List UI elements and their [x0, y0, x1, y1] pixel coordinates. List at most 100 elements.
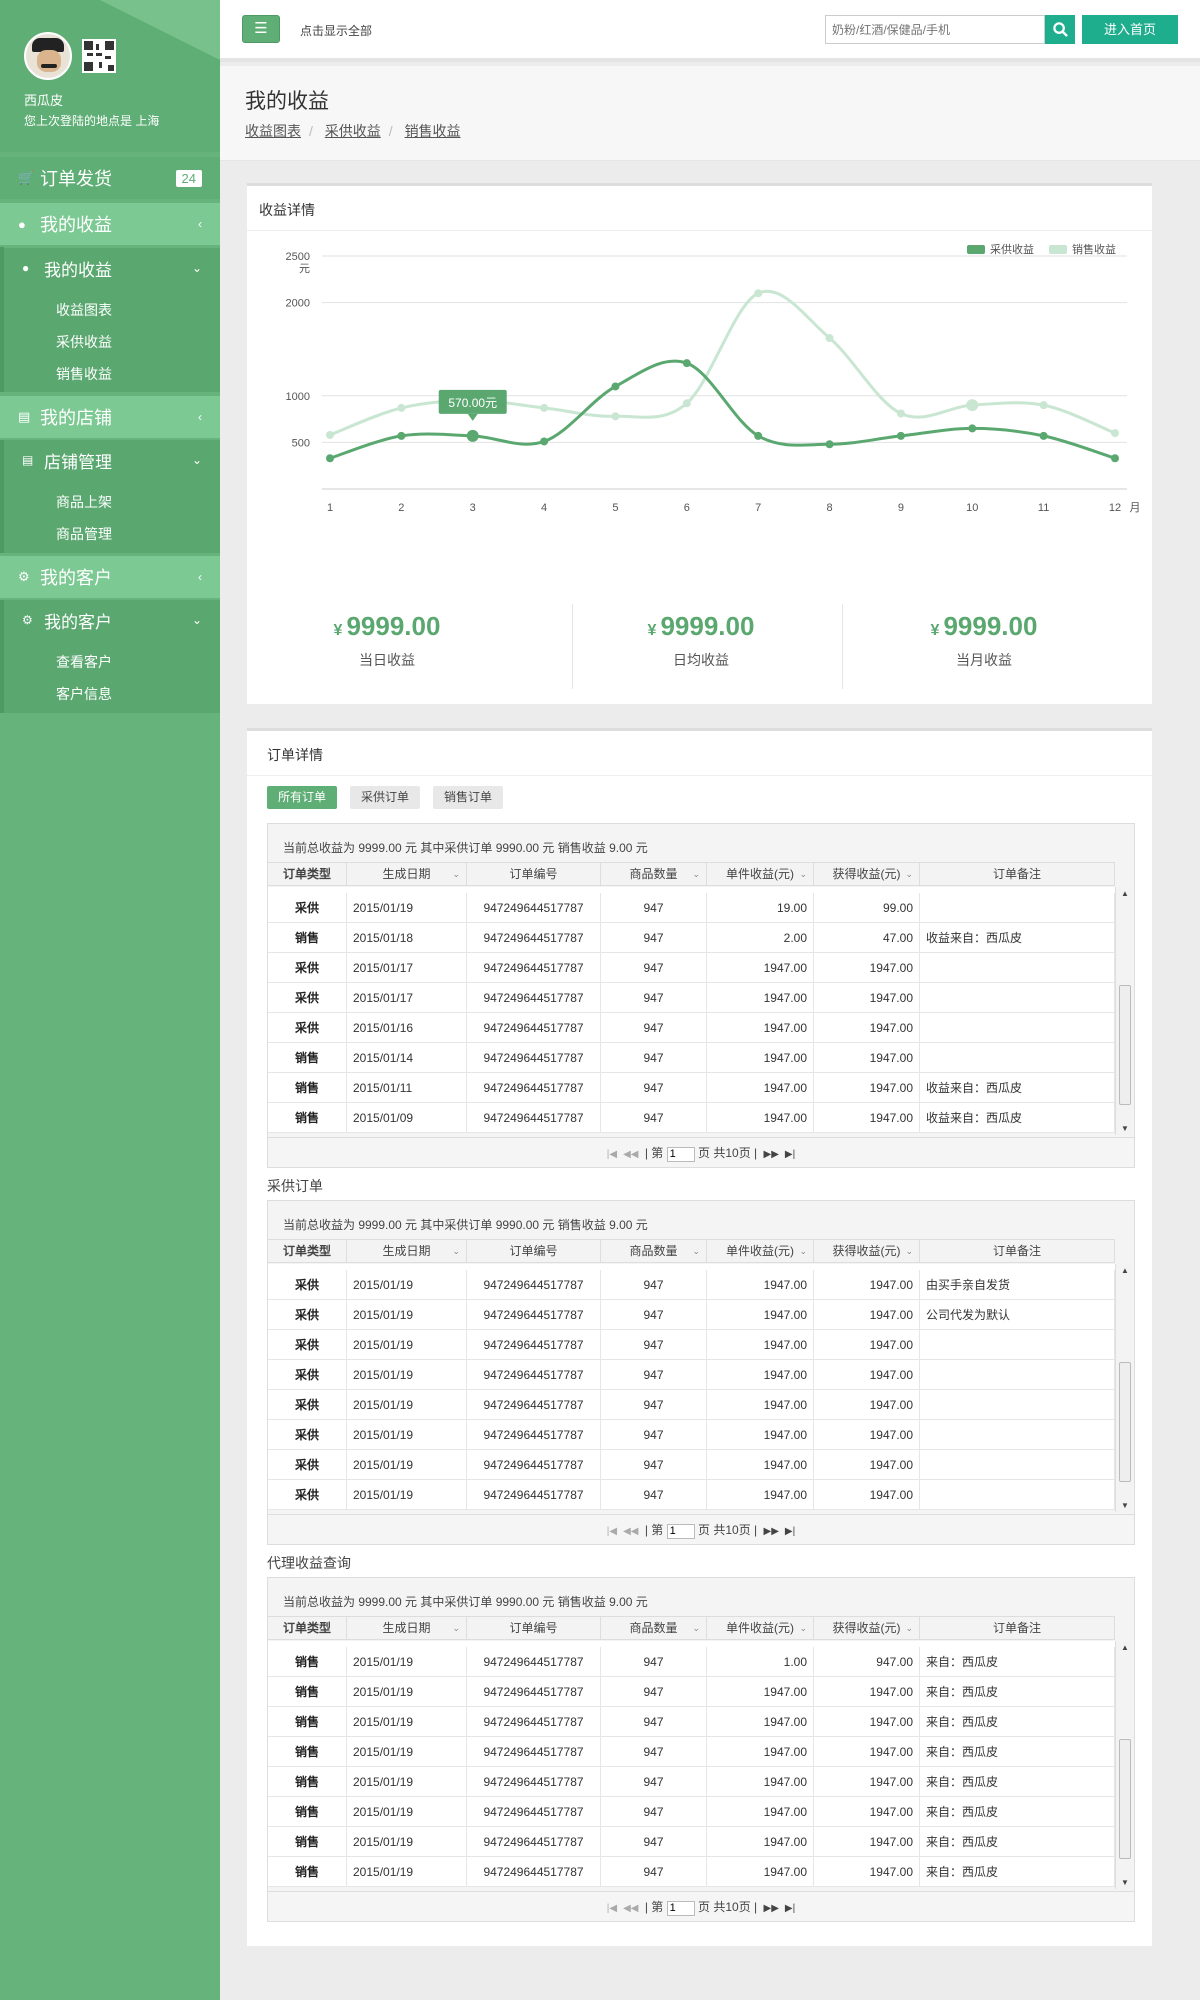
page-number-input[interactable]	[666, 1523, 695, 1539]
table-row[interactable]: 销售 2015/01/19 947249644517787 947 1947.00 194…	[268, 1797, 1115, 1827]
table-row[interactable]: 销售 2015/01/19 947249644517787 947 1947.00 194…	[268, 1737, 1115, 1767]
column-header-earned[interactable]: 获得收益(元) ⌄	[814, 1617, 920, 1639]
scroll-up-icon[interactable]: ▲	[1121, 1266, 1129, 1275]
column-header-quantity[interactable]: 商品数量 ⌄	[601, 1240, 707, 1262]
sort-dropdown-icon[interactable]: ⌄	[692, 863, 700, 885]
table-row[interactable]: 采供 2015/01/19 947249644517787 947 1947.00 194…	[268, 1360, 1115, 1390]
table-row[interactable]: 销售 2015/01/19 947249644517787 947 1947.00 194…	[268, 1707, 1115, 1737]
table-row[interactable]: 采供 2015/01/19 947249644517787 947 1947.00 194…	[268, 1330, 1115, 1360]
breadcrumb-supply[interactable]: 采供收益	[325, 123, 381, 139]
hamburger-menu-button[interactable]: ☰	[242, 15, 280, 43]
search-input[interactable]	[825, 15, 1045, 44]
submenu-item-products[interactable]: 商品管理	[56, 524, 112, 544]
submenu-item-sales[interactable]: 销售收益	[56, 364, 112, 384]
sort-dropdown-icon[interactable]: ⌄	[799, 1617, 807, 1639]
next-page-icon[interactable]: ▶▶	[764, 1526, 779, 1537]
menu-shop[interactable]: ▤ 我的店铺 ‹	[0, 396, 220, 438]
tab-sales-orders[interactable]: 销售订单	[433, 786, 504, 809]
column-header-unit-earning[interactable]: 单件收益(元) ⌄	[707, 863, 814, 885]
avatar[interactable]	[24, 32, 72, 80]
scroll-thumb[interactable]	[1119, 1739, 1131, 1859]
prev-page-icon[interactable]: ◀◀	[623, 1526, 638, 1537]
table-row[interactable]: 销售 2015/01/19 947249644517787 947 1947.00 194…	[268, 1677, 1115, 1707]
qr-code-icon[interactable]	[82, 39, 116, 73]
prev-page-icon[interactable]: ◀◀	[623, 1149, 638, 1160]
table-row[interactable]: 采供 2015/01/19 947249644517787 947 1947.00 194…	[268, 1480, 1115, 1510]
table-row[interactable]: 销售 2015/01/14 947249644517787 947 1947.00 194…	[268, 1043, 1115, 1073]
scroll-up-icon[interactable]: ▲	[1121, 889, 1129, 898]
first-page-icon[interactable]: |◀	[607, 1149, 617, 1160]
column-header-unit-earning[interactable]: 单件收益(元) ⌄	[707, 1240, 814, 1262]
submenu-earnings[interactable]: ● 我的收益 ⌄	[4, 248, 220, 288]
sort-dropdown-icon[interactable]: ⌄	[452, 1240, 460, 1262]
sort-dropdown-icon[interactable]: ⌄	[799, 863, 807, 885]
scroll-thumb[interactable]	[1119, 1362, 1131, 1482]
first-page-icon[interactable]: |◀	[607, 1903, 617, 1914]
scroll-up-icon[interactable]: ▲	[1121, 1643, 1129, 1652]
sort-dropdown-icon[interactable]: ⌄	[905, 1617, 913, 1639]
column-header-created-date[interactable]: 生成日期 ⌄	[347, 1617, 467, 1639]
column-header-created-date[interactable]: 生成日期 ⌄	[347, 863, 467, 885]
last-page-icon[interactable]: ▶|	[785, 1903, 795, 1914]
submenu-item-chart[interactable]: 收益图表	[56, 300, 112, 320]
menu-customers[interactable]: ⚙ 我的客户 ‹	[0, 556, 220, 598]
table-row[interactable]: 采供 2015/01/17 947249644517787 947 1947.00 194…	[268, 953, 1115, 983]
last-page-icon[interactable]: ▶|	[785, 1149, 795, 1160]
sort-dropdown-icon[interactable]: ⌄	[692, 1617, 700, 1639]
submenu-item-customer-info[interactable]: 客户信息	[56, 684, 112, 704]
table-row[interactable]: 销售 2015/01/19 947249644517787 947 1947.00 194…	[268, 1827, 1115, 1857]
page-number-input[interactable]	[666, 1146, 695, 1162]
prev-page-icon[interactable]: ◀◀	[623, 1903, 638, 1914]
menu-orders[interactable]: 🛒 订单发货 24	[0, 157, 220, 199]
table-scrollbar[interactable]: ▲ ▼	[1115, 1264, 1134, 1512]
table-row[interactable]: 采供 2015/01/19 947249644517787 947 1947.00 194…	[268, 1390, 1115, 1420]
column-header-earned[interactable]: 获得收益(元) ⌄	[814, 863, 920, 885]
column-header-earned[interactable]: 获得收益(元) ⌄	[814, 1240, 920, 1262]
table-row[interactable]: 销售 2015/01/09 947249644517787 947 1947.00 194…	[268, 1103, 1115, 1133]
scroll-down-icon[interactable]: ▼	[1121, 1878, 1129, 1887]
menu-earnings[interactable]: ● 我的收益 ‹	[0, 203, 220, 245]
table-row[interactable]: 销售 2015/01/11 947249644517787 947 1947.00 194…	[268, 1073, 1115, 1103]
next-page-icon[interactable]: ▶▶	[764, 1149, 779, 1160]
go-home-button[interactable]: 进入首页	[1082, 15, 1178, 44]
table-scrollbar[interactable]: ▲ ▼	[1115, 887, 1134, 1135]
column-header-quantity[interactable]: 商品数量 ⌄	[601, 863, 707, 885]
sort-dropdown-icon[interactable]: ⌄	[905, 863, 913, 885]
submenu-item-supply[interactable]: 采供收益	[56, 332, 112, 352]
table-row[interactable]: 销售 2015/01/19 947249644517787 947 1947.00 194…	[268, 1857, 1115, 1887]
first-page-icon[interactable]: |◀	[607, 1526, 617, 1537]
submenu-item-listing[interactable]: 商品上架	[56, 492, 112, 512]
show-all-link[interactable]: 点击显示全部	[300, 22, 372, 39]
submenu-customers[interactable]: ⚙ 我的客户 ⌄	[4, 600, 220, 640]
sort-dropdown-icon[interactable]: ⌄	[799, 1240, 807, 1262]
tab-supply-orders[interactable]: 采供订单	[350, 786, 421, 809]
table-row[interactable]: 采供 2015/01/19 947249644517787 947 1947.00 194…	[268, 1450, 1115, 1480]
table-row[interactable]: 采供 2015/01/19 947249644517787 947 1947.00 194…	[268, 1420, 1115, 1450]
sort-dropdown-icon[interactable]: ⌄	[905, 1240, 913, 1262]
last-page-icon[interactable]: ▶|	[785, 1526, 795, 1537]
column-header-quantity[interactable]: 商品数量 ⌄	[601, 1617, 707, 1639]
next-page-icon[interactable]: ▶▶	[764, 1903, 779, 1914]
scroll-down-icon[interactable]: ▼	[1121, 1501, 1129, 1510]
table-row[interactable]: 采供 2015/01/17 947249644517787 947 1947.00 194…	[268, 983, 1115, 1013]
table-row[interactable]: 销售 2015/01/18 947249644517787 947 2.00 47.00 收…	[268, 923, 1115, 953]
table-row[interactable]: 采供 2015/01/19 947249644517787 947 1947.00 194…	[268, 1270, 1115, 1300]
submenu-shop[interactable]: ▤ 店铺管理 ⌄	[4, 440, 220, 480]
column-header-created-date[interactable]: 生成日期 ⌄	[347, 1240, 467, 1262]
column-header-unit-earning[interactable]: 单件收益(元) ⌄	[707, 1617, 814, 1639]
sort-dropdown-icon[interactable]: ⌄	[452, 863, 460, 885]
sort-dropdown-icon[interactable]: ⌄	[452, 1617, 460, 1639]
breadcrumb-sales[interactable]: 销售收益	[405, 123, 461, 139]
submenu-item-view-customers[interactable]: 查看客户	[56, 652, 112, 672]
table-row[interactable]: 采供 2015/01/19 947249644517787 947 1947.00 194…	[268, 1300, 1115, 1330]
scroll-thumb[interactable]	[1119, 985, 1131, 1105]
search-button[interactable]	[1045, 15, 1075, 44]
table-row[interactable]: 销售 2015/01/19 947249644517787 947 1.00 947.00…	[268, 1647, 1115, 1677]
sort-dropdown-icon[interactable]: ⌄	[692, 1240, 700, 1262]
page-number-input[interactable]	[666, 1900, 695, 1916]
table-row[interactable]: 采供 2015/01/19 947249644517787 947 19.00 99.00	[268, 893, 1115, 923]
scroll-down-icon[interactable]: ▼	[1121, 1124, 1129, 1133]
table-scrollbar[interactable]: ▲ ▼	[1115, 1641, 1134, 1889]
table-row[interactable]: 销售 2015/01/19 947249644517787 947 1947.00 194…	[268, 1767, 1115, 1797]
tab-all-orders[interactable]: 所有订单	[267, 786, 338, 809]
